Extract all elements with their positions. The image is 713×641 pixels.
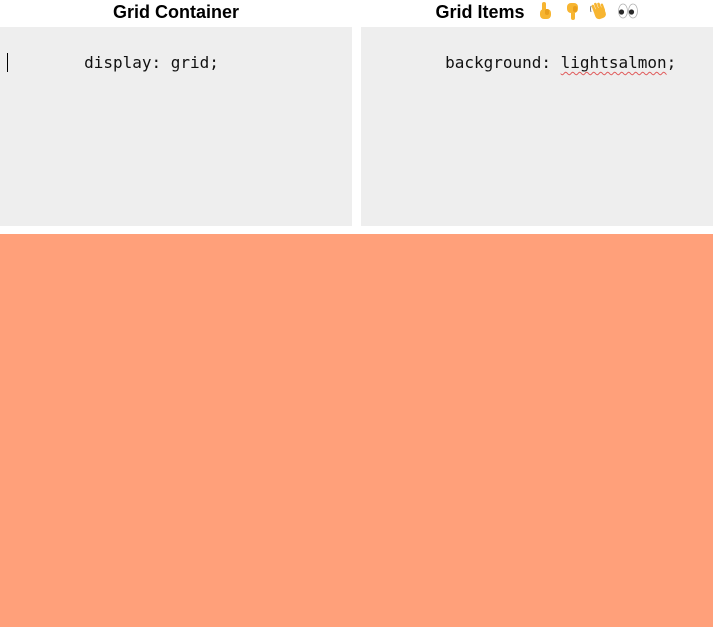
- grid-container-code: display: grid;: [84, 53, 219, 72]
- grid-items-title-row: Grid Items: [361, 0, 713, 27]
- waving-hand-icon: [589, 2, 606, 20]
- grid-items-title: Grid Items: [435, 2, 525, 22]
- grid-container-panel: Grid Container display: grid;: [0, 0, 352, 226]
- grid-items-code-end: ;: [666, 53, 677, 72]
- pointing-down-icon: [566, 3, 578, 20]
- grid-items-editor[interactable]: background: lightsalmon;: [361, 27, 713, 226]
- grid-container-title: Grid Container: [112, 2, 239, 22]
- grid-playground-app: Grid Container display: grid; Grid Items: [0, 0, 713, 641]
- eyes-icon: [617, 3, 638, 19]
- grid-items-panel: Grid Items background: lightsalmon;: [361, 0, 713, 226]
- text-caret: [7, 53, 8, 72]
- grid-preview-area: [0, 234, 713, 627]
- pointing-up-icon: [539, 2, 551, 19]
- grid-container-editor[interactable]: display: grid;: [0, 27, 352, 226]
- grid-items-code-value: lightsalmon: [560, 53, 667, 72]
- emoji-row: [536, 1, 639, 21]
- editor-area: Grid Container display: grid; Grid Items: [0, 0, 713, 226]
- grid-items-code-prop: background:: [445, 53, 561, 72]
